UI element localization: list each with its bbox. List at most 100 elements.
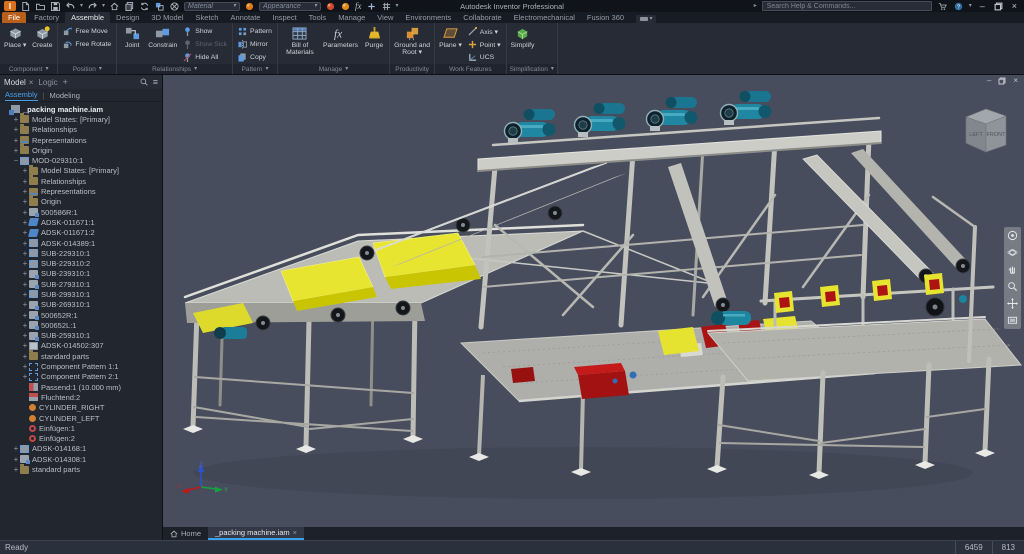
menu-icon[interactable]: ≡ [153,78,158,87]
expand-toggle[interactable]: − [12,156,20,165]
appearance-sphere-red-icon[interactable] [325,1,336,11]
tree-item-representations[interactable]: +Representations [0,186,162,196]
expand-toggle[interactable]: + [21,372,29,381]
expand-toggle[interactable]: + [21,341,29,350]
tree-item-cylinder-right[interactable]: CYLINDER_RIGHT [0,403,162,413]
update-icon[interactable] [139,1,150,11]
fx-parameters-icon[interactable]: fx [355,1,362,11]
store-cart-icon[interactable] [937,1,948,11]
undo-icon[interactable] [65,1,76,11]
panel-label-relationships[interactable]: Relationships▾ [117,64,232,74]
zoom-icon[interactable] [1007,281,1018,292]
expand-toggle[interactable]: + [21,269,29,278]
screencast-icon[interactable]: ▾ [636,15,656,23]
tree-item-passend-1-10-000-mm[interactable]: Passend:1 (10.000 mm) [0,382,162,392]
expand-toggle[interactable]: + [21,321,29,330]
ribbon-tab-tools[interactable]: Tools [303,12,333,23]
expand-toggle[interactable]: + [21,280,29,289]
view-cube[interactable]: LEFT FRONT [958,103,1014,159]
doc-minimize-button[interactable]: – [986,76,992,85]
purge-button[interactable]: Purge [361,24,387,64]
tree-item-component-pattern-1-1[interactable]: +Component Pattern 1:1 [0,361,162,371]
tree-item-sub-239310-1[interactable]: +SUB-239310:1 [0,269,162,279]
tree-item-sub-229310-2[interactable]: +SUB-229310:2 [0,258,162,268]
layers-icon[interactable] [154,1,165,11]
inventor-logo[interactable]: I [4,1,16,11]
tree-item-adsk-011671-1[interactable]: +ADSK-011671:1 [0,217,162,227]
expand-toggle[interactable]: + [12,444,20,453]
tree-item-adsk-014502-307[interactable]: +ADSK-014502:307 [0,341,162,351]
subtab-modeling[interactable]: Modeling [49,91,79,100]
search-icon[interactable] [140,78,148,86]
chevron-down-icon[interactable]: ▾ [396,3,399,9]
tree-item-sub-299310-1[interactable]: +SUB-299310:1 [0,289,162,299]
ribbon-tab-file[interactable]: File [2,12,26,23]
simplify-button[interactable]: Simplify [509,24,537,64]
doc-tab-home[interactable]: Home [163,527,208,540]
close-icon[interactable]: × [293,528,297,537]
ribbon-tab-3d-model[interactable]: 3D Model [145,12,189,23]
plane-button[interactable]: Plane ▾ [437,24,464,64]
doc-close-button[interactable]: × [1012,76,1019,85]
expand-toggle[interactable]: + [12,125,20,134]
expand-toggle[interactable]: + [12,146,20,155]
tree-item-origin[interactable]: +Origin [0,145,162,155]
ribbon-tab-factory[interactable]: Factory [28,12,65,23]
tree-item-sub-229310-1[interactable]: +SUB-229310:1 [0,248,162,258]
chevron-down-icon[interactable]: ▾ [102,3,105,9]
ribbon-tab-inspect[interactable]: Inspect [266,12,302,23]
add-browser-tab-button[interactable]: + [63,77,68,87]
tree-item-500586r-1[interactable]: +500586R:1 [0,207,162,217]
tree-item-mod-029310-1[interactable]: −MOD-029310:1 [0,155,162,165]
tree-item-origin[interactable]: +Origin [0,197,162,207]
expand-toggle[interactable]: + [21,177,29,186]
tree-item-component-pattern-2-1[interactable]: +Component Pattern 2:1 [0,372,162,382]
bill-of-materials-button[interactable]: Bill of Materials [280,24,320,64]
new-file-icon[interactable] [20,1,31,11]
tree-item-sub-269310-1[interactable]: +SUB-269310:1 [0,300,162,310]
ribbon-tab-sketch[interactable]: Sketch [190,12,225,23]
create-button[interactable]: Create [29,24,55,64]
viewcube-front-face[interactable]: FRONT [987,132,1007,138]
browser-tab-logic[interactable]: Logic [38,78,57,87]
ground-and-root-button[interactable]: Ground and Root ▾ [392,24,432,64]
expand-toggle[interactable]: + [21,290,29,299]
panel-label-position[interactable]: Position▾ [58,64,116,74]
redo-icon[interactable] [87,1,98,11]
orbit-icon[interactable] [1007,247,1018,258]
tree-item-relationships[interactable]: +Relationships [0,125,162,135]
tree-item-packing-machine-iam[interactable]: _packing machine.iam [0,104,162,114]
open-folder-icon[interactable] [35,1,46,11]
show-sick-button[interactable]: Show Sick [180,38,230,51]
tree-item-adsk-014308-1[interactable]: +ADSK-014308:1 [0,454,162,464]
steering-wheel-icon[interactable] [1007,230,1018,241]
tree-item-500652r-1[interactable]: +500652R:1 [0,310,162,320]
free-move-button[interactable]: Free Move [60,25,114,38]
joint-button[interactable]: Joint [119,24,145,64]
ribbon-tab-fusion-360[interactable]: Fusion 360 [581,12,630,23]
minimize-button[interactable]: – [977,1,988,11]
viewcube-left-face[interactable]: LEFT [969,132,983,138]
panel-label-work-features[interactable]: Work Features [435,64,505,74]
save-icon[interactable] [50,1,61,11]
chevron-down-icon[interactable]: ▾ [80,3,83,9]
tree-item-model-states-primary[interactable]: +Model States: [Primary] [0,166,162,176]
expand-toggle[interactable]: + [12,136,20,145]
ribbon-tab-collaborate[interactable]: Collaborate [457,12,507,23]
expand-toggle[interactable]: + [21,352,29,361]
subtab-assembly[interactable]: Assembly [5,90,38,101]
help-search-input[interactable] [762,1,932,11]
tree-item-adsk-014168-1[interactable]: +ADSK-014168:1 [0,444,162,454]
pan-arrows-icon[interactable] [1007,298,1018,309]
show-button[interactable]: Show [180,25,230,38]
pages-icon[interactable] [124,1,135,11]
ribbon-tab-environments[interactable]: Environments [399,12,457,23]
tree-item-standard-parts[interactable]: +standard parts [0,464,162,474]
doc-restore-button[interactable] [998,77,1006,85]
ribbon-tab-electromechanical[interactable]: Electromechanical [508,12,581,23]
ribbon-tab-annotate[interactable]: Annotate [224,12,266,23]
expand-toggle[interactable]: + [21,166,29,175]
ribbon-tab-assemble[interactable]: Assemble [65,12,110,23]
restore-button[interactable] [993,1,1004,11]
chevron-down-icon[interactable]: ▾ [969,3,972,9]
